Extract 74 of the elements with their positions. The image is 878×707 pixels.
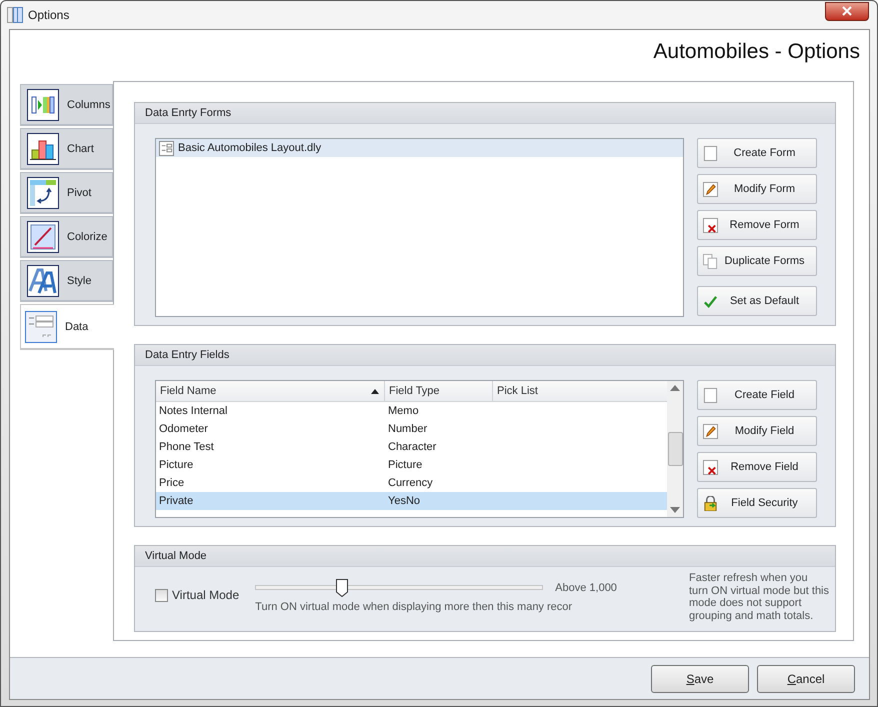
table-cell-text: Private: [158, 495, 194, 507]
close-icon: [842, 6, 852, 16]
form-action-button[interactable]: Modify Form: [697, 174, 817, 204]
group-title: Virtual Mode: [135, 546, 835, 567]
column-header[interactable]: Field Name: [156, 381, 385, 401]
table-row[interactable]: Picture Picture: [156, 456, 667, 474]
form-action-button[interactable]: Create Form: [697, 138, 817, 168]
vertical-scrollbar[interactable]: [667, 381, 683, 517]
column-header[interactable]: Pick List: [493, 381, 667, 401]
table-cell-text: Phone Test: [158, 441, 215, 453]
dialog-button[interactable]: Save: [651, 664, 749, 692]
field-action-button[interactable]: Create Field: [697, 380, 817, 410]
columns-icon: [27, 88, 59, 120]
close-button[interactable]: [825, 2, 869, 20]
table-row[interactable]: Notes Internal Memo: [156, 402, 667, 420]
app-columns-icon: [7, 7, 23, 23]
table-cell-text: YesNo: [387, 495, 420, 507]
page-heading: Automobiles - Options: [653, 40, 860, 65]
letters-icon: [27, 264, 59, 296]
form-layout-icon: [25, 310, 57, 342]
table-cell-text: Picture: [387, 459, 422, 471]
sidebar-tab[interactable]: Columns: [20, 84, 113, 126]
field-action-button[interactable]: Modify Field: [697, 416, 817, 446]
remove-page-icon: [703, 218, 718, 232]
scroll-thumb[interactable]: [668, 432, 682, 466]
table-row[interactable]: Private YesNo: [156, 492, 667, 510]
form-file-icon: [159, 140, 174, 156]
sidebar-tab[interactable]: Data: [20, 304, 114, 350]
table-cell-text: Number: [387, 423, 428, 435]
remove-page-icon: [703, 460, 718, 474]
blank-page-icon: [703, 388, 718, 402]
table-row[interactable]: Phone Test Character: [156, 438, 667, 456]
checkmark-icon: [703, 294, 718, 308]
slider-thumb[interactable]: [336, 579, 348, 597]
sidebar-tab[interactable]: Colorize: [20, 216, 113, 258]
table-cell-text: Price: [158, 477, 186, 489]
table-cell-text: Currency: [387, 477, 433, 489]
slider-reading: Above 1,000: [555, 582, 617, 594]
table-row[interactable]: Price Currency: [156, 474, 667, 492]
lock-icon: [703, 496, 718, 510]
checkbox[interactable]: [155, 588, 168, 602]
record-threshold-slider[interactable]: [255, 579, 544, 597]
table-cell-text: Memo: [387, 405, 419, 417]
copy-pages-icon: [703, 254, 718, 268]
virtual-mode-note: Faster refresh when you turn ON virtual mode but this mode does not support grouping and math totals.: [689, 572, 829, 622]
column-header[interactable]: Field Type: [385, 381, 493, 401]
sidebar-tab[interactable]: Chart: [20, 128, 113, 170]
form-list-item[interactable]: Basic Automobiles Layout.dly: [156, 139, 683, 157]
field-action-button[interactable]: Remove Field: [697, 452, 817, 482]
group-title: Data Entry Fields: [135, 345, 835, 366]
sidebar-tab[interactable]: Pivot: [20, 172, 113, 214]
table-row[interactable]: Odometer Number: [156, 420, 667, 438]
form-action-button[interactable]: Duplicate Forms: [697, 246, 817, 276]
table-cell-text: Odometer: [158, 423, 209, 435]
blank-page-icon: [703, 146, 718, 160]
form-action-button[interactable]: Remove Form: [697, 210, 817, 240]
slider-caption: Turn ON virtual mode when displaying more then this many recor: [255, 601, 574, 613]
paintbrush-icon: [27, 220, 59, 252]
bar-chart-icon: [27, 132, 59, 164]
dialog-button[interactable]: Cancel: [757, 664, 855, 692]
table-cell-text: Character: [387, 441, 436, 453]
group-title: Data Enrty Forms: [135, 103, 835, 124]
sidebar-tab[interactable]: Style: [20, 260, 113, 302]
virtual-mode-checkbox[interactable]: Virtual Mode: [155, 588, 240, 602]
table-cell-text: Notes Internal: [158, 405, 228, 417]
pivot-table-icon: [27, 176, 59, 208]
scroll-down-icon: [670, 507, 680, 513]
pencil-icon: [703, 424, 718, 438]
form-action-button[interactable]: Set as Default: [697, 286, 817, 316]
scroll-up-icon: [670, 385, 680, 391]
window-title: Options: [28, 8, 70, 22]
table-cell-text: Picture: [158, 459, 194, 471]
field-action-button[interactable]: Field Security: [697, 488, 817, 518]
pencil-icon: [703, 182, 718, 196]
